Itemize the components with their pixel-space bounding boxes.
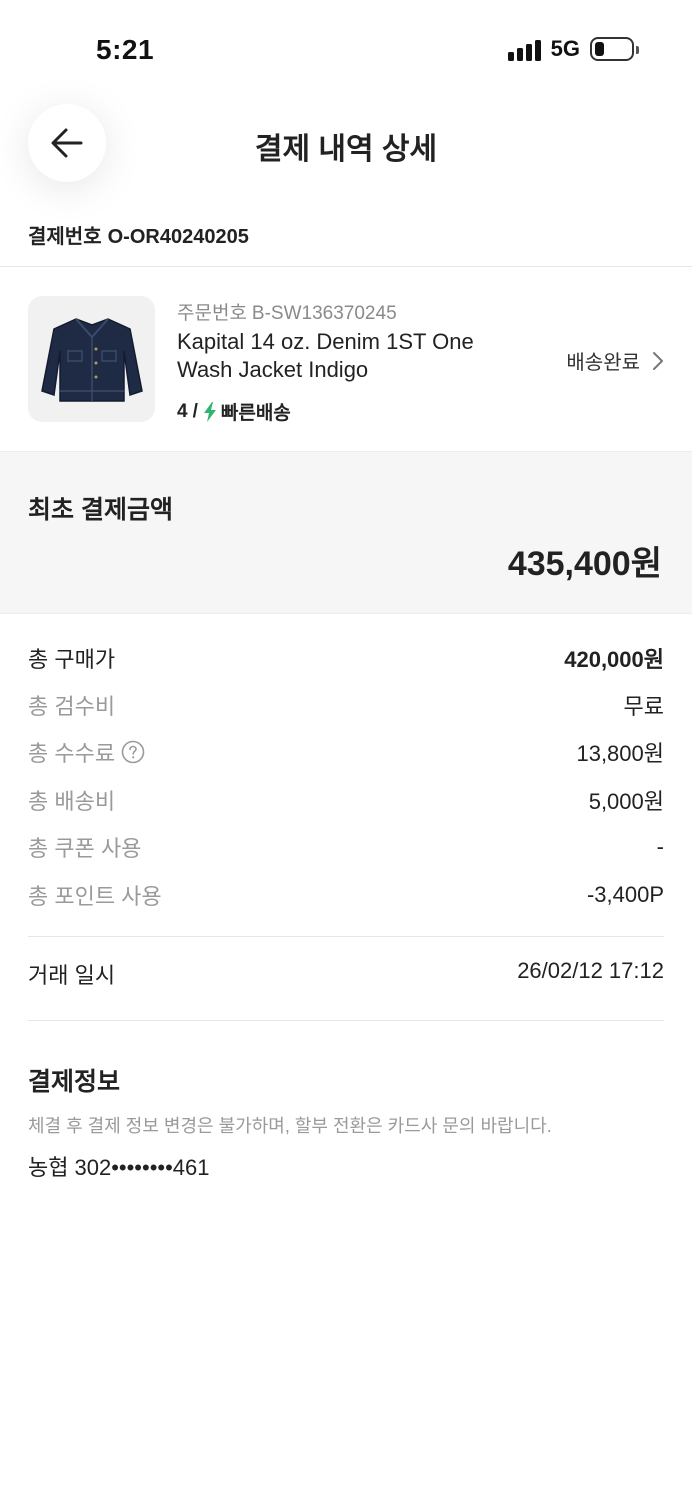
trade-datetime-value: 26/02/12 17:12 xyxy=(517,958,664,983)
chevron-right-icon xyxy=(653,351,663,370)
question-circle-icon[interactable] xyxy=(121,740,145,764)
status-bar: 5:21 5G xyxy=(0,0,692,100)
delivery-status: 배송완료 xyxy=(566,352,640,374)
breakdown-row: 총 배송비 5,000원 xyxy=(28,776,664,823)
order-item[interactable]: 주문번호 B-SW136370245 Kapital 14 oz. Denim 1… xyxy=(0,268,692,450)
order-number-value: B-SW136370245 xyxy=(251,303,397,324)
card-info: 농협 302••••••••461 xyxy=(28,1150,210,1182)
divider xyxy=(0,266,692,267)
breakdown-label: 총 수수료 xyxy=(28,741,116,767)
signal-icon xyxy=(507,37,541,61)
delivery-status-link[interactable]: 배송완료 xyxy=(566,346,664,375)
breakdown-label: 총 배송비 xyxy=(28,788,116,814)
jacket-image xyxy=(40,318,143,402)
product-thumbnail xyxy=(28,296,155,422)
status-time: 5:21 xyxy=(96,34,155,65)
breakdown-label-with-help: 총 수수료 xyxy=(28,736,145,768)
payment-number-value: O-OR40240205 xyxy=(107,226,249,248)
payment-number-label: 결제번호 xyxy=(28,226,102,248)
product-name: Kapital 14 oz. Denim 1ST One Wash Jacket… xyxy=(177,329,474,382)
order-meta: 4 / 빠른배송 xyxy=(177,398,291,425)
lightning-icon xyxy=(203,401,216,422)
payment-number: 결제번호 O-OR40240205 xyxy=(28,220,249,249)
page-title: 결제 내역 상세 xyxy=(254,133,438,166)
breakdown-value: 무료 xyxy=(623,694,664,720)
breakdown-row: 총 포인트 사용 -3,400P xyxy=(28,871,664,918)
separator: / xyxy=(192,400,198,422)
product-size: 4 xyxy=(177,400,188,422)
divider xyxy=(28,936,664,937)
trade-datetime-row: 거래 일시 26/02/12 17:12 xyxy=(28,958,664,990)
total-payment-amount: 435,400원 xyxy=(507,545,662,583)
breakdown-value: - xyxy=(656,834,664,860)
battery-icon xyxy=(590,37,639,61)
nav-header: 결제 내역 상세 xyxy=(0,100,692,186)
breakdown-value: 420,000원 xyxy=(564,646,664,672)
breakdown-row: 총 검수비 무료 xyxy=(28,681,664,728)
breakdown-label: 총 구매가 xyxy=(28,646,116,672)
breakdown-label: 총 쿠폰 사용 xyxy=(28,836,142,862)
breakdown-label: 총 포인트 사용 xyxy=(28,883,162,909)
bank-name: 농협 xyxy=(28,1155,69,1180)
breakdown-row: 총 쿠폰 사용 - xyxy=(28,824,664,871)
network-label: 5G xyxy=(550,36,580,61)
divider xyxy=(28,1020,664,1021)
breakdown-label: 총 검수비 xyxy=(28,694,116,720)
breakdown-value: 13,800원 xyxy=(576,741,664,767)
payment-breakdown: 총 구매가 420,000원 총 검수비 무료 총 수수료 13,800원 총 … xyxy=(28,634,664,918)
breakdown-row: 총 수수료 13,800원 xyxy=(28,729,664,776)
battery-level xyxy=(595,42,604,56)
breakdown-value: -3,400P xyxy=(586,881,664,907)
payment-info-title: 결제정보 xyxy=(28,1068,121,1096)
total-payment-box: 최초 결제금액 435,400원 xyxy=(0,451,692,614)
card-number: 302••••••••461 xyxy=(74,1155,210,1180)
order-number-label: 주문번호 xyxy=(177,303,247,324)
shipping-type: 빠른배송 xyxy=(220,403,291,424)
payment-info-note: 체결 후 결제 정보 변경은 불가하며, 할부 전환은 카드사 문의 바랍니다. xyxy=(28,1116,552,1136)
order-number: 주문번호 B-SW136370245 xyxy=(177,298,397,325)
total-payment-label: 최초 결제금액 xyxy=(28,496,173,524)
status-indicators: 5G xyxy=(507,36,639,62)
breakdown-value: 5,000원 xyxy=(588,788,664,814)
trade-datetime-label: 거래 일시 xyxy=(28,963,116,988)
breakdown-row: 총 구매가 420,000원 xyxy=(28,634,664,681)
